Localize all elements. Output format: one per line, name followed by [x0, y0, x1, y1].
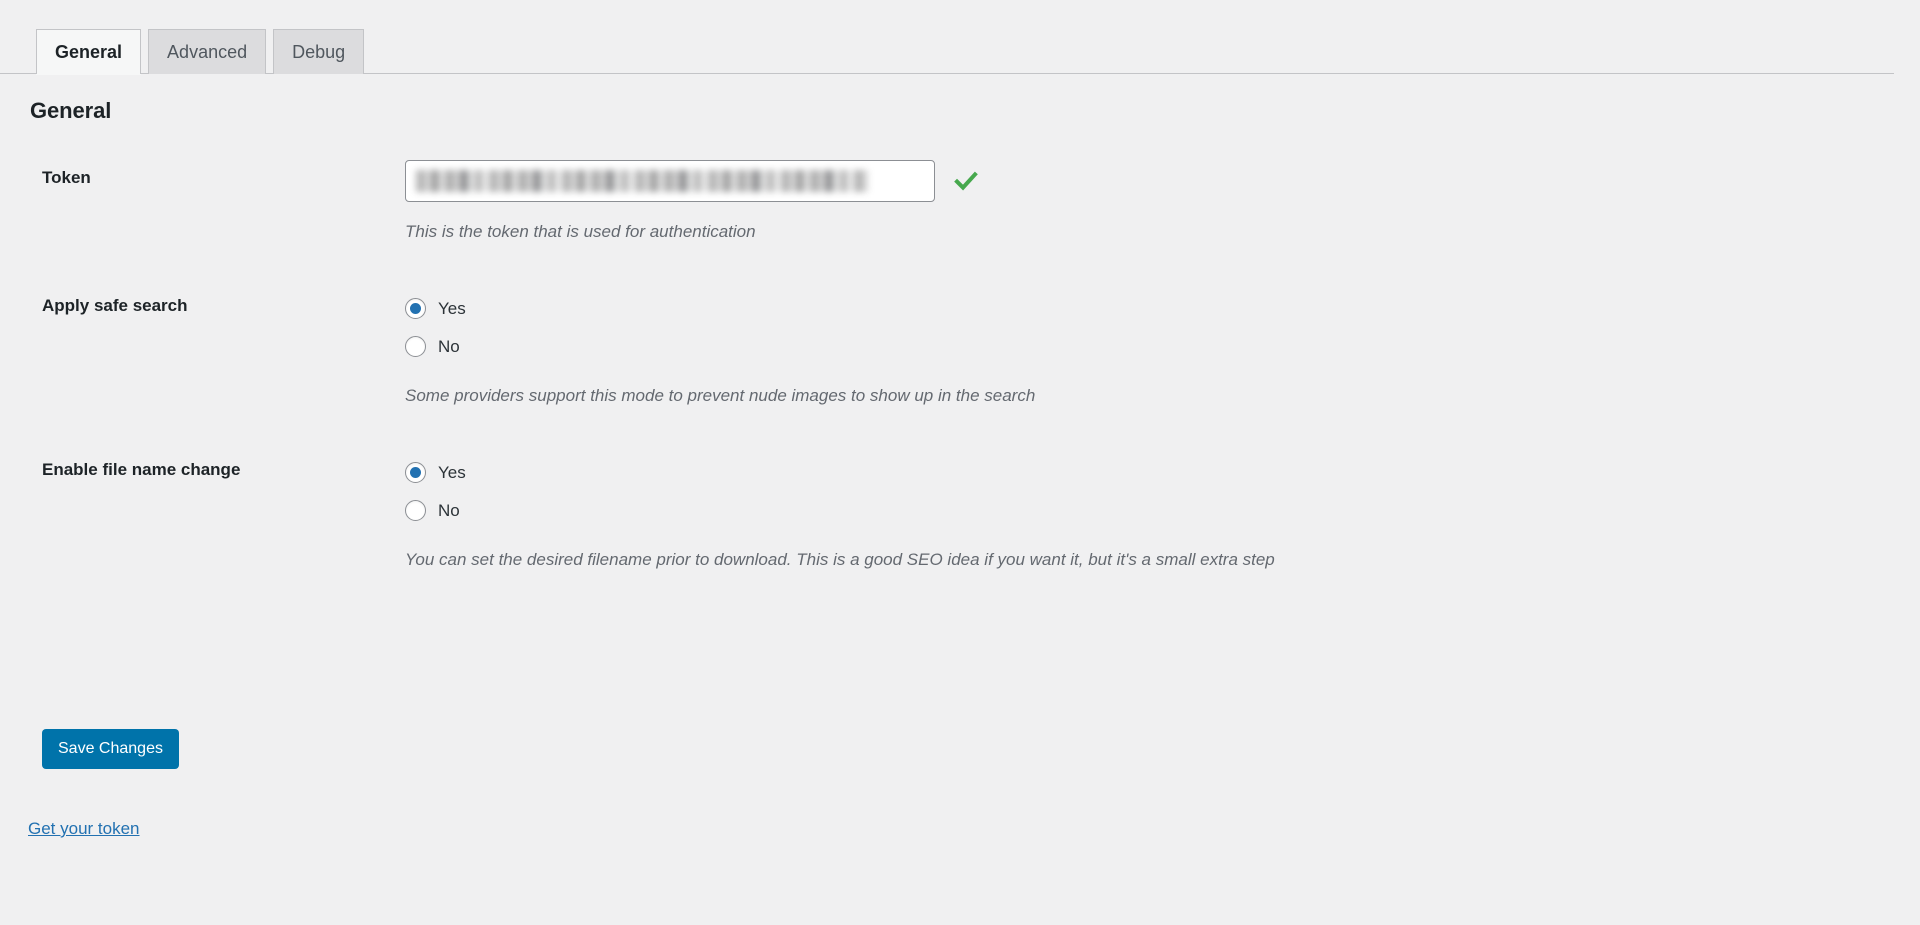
safe-search-option-no-label: No [438, 337, 460, 357]
settings-tab-bar: General Advanced Debug [0, 29, 1894, 74]
radio-icon-unchecked[interactable] [405, 336, 426, 358]
file-name-change-option-no-label: No [438, 501, 460, 521]
green-checkmark-icon [954, 171, 978, 191]
settings-page: General Advanced Debug General Token Thi… [0, 0, 1920, 925]
radio-icon-unchecked[interactable] [405, 500, 426, 522]
form-row-token: Token This is the token that is used for… [0, 160, 1900, 244]
tab-advanced[interactable]: Advanced [148, 29, 267, 74]
token-redacted-value [416, 170, 868, 192]
radio-icon-checked[interactable] [405, 462, 426, 484]
token-description: This is the token that is used for authe… [405, 222, 756, 241]
radio-icon-checked[interactable] [405, 298, 426, 320]
safe-search-option-yes-label: Yes [438, 299, 466, 319]
tab-debug[interactable]: Debug [273, 29, 365, 74]
token-field-wrap [405, 160, 1900, 202]
safe-search-option-yes[interactable]: Yes [405, 290, 466, 328]
safe-search-label: Apply safe search [42, 295, 188, 315]
file-name-change-option-yes[interactable]: Yes [405, 454, 466, 492]
file-name-change-radio-group: Yes No [405, 452, 1900, 530]
safe-search-option-no[interactable]: No [405, 328, 460, 366]
file-name-change-option-yes-label: Yes [438, 463, 466, 483]
file-name-change-label: Enable file name change [42, 459, 241, 479]
tab-general[interactable]: General [36, 29, 142, 74]
file-name-change-option-no[interactable]: No [405, 492, 460, 530]
page-title: General [30, 98, 112, 123]
save-changes-button[interactable]: Save Changes [42, 729, 179, 769]
tab-general-label: General [55, 42, 123, 62]
get-your-token-link[interactable]: Get your token [28, 819, 140, 839]
tab-advanced-label: Advanced [167, 42, 248, 62]
safe-search-description: Some providers support this mode to prev… [405, 385, 1036, 405]
file-name-change-description: You can set the desired filename prior t… [405, 549, 1275, 569]
settings-form: Token This is the token that is used for… [0, 160, 1900, 571]
form-row-file-name-change: Enable file name change Yes No You can s… [0, 452, 1900, 572]
token-label: Token [42, 168, 91, 187]
tab-debug-label: Debug [292, 42, 346, 62]
form-row-safe-search: Apply safe search Yes No Some providers … [0, 288, 1900, 408]
token-input[interactable] [405, 160, 935, 202]
safe-search-radio-group: Yes No [405, 288, 1900, 366]
